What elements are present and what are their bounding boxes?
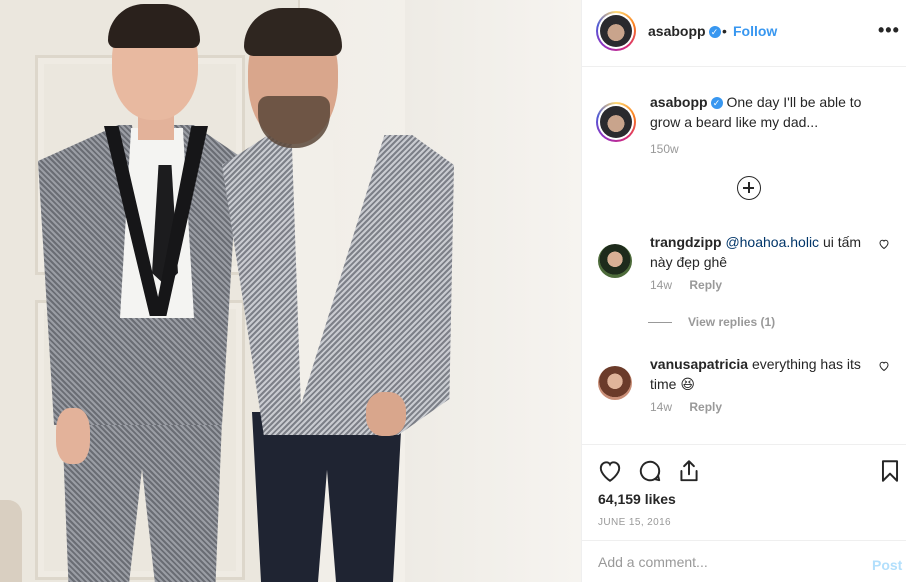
person-right-hair — [244, 8, 342, 56]
follow-button[interactable]: Follow — [733, 23, 777, 39]
caption-age[interactable]: 150w — [650, 142, 679, 156]
post-header: asabopp ✓ • Follow ••• — [582, 0, 906, 67]
person-left-hand — [56, 408, 90, 464]
comment-mention[interactable]: @hoahoa.holic — [725, 234, 819, 250]
verified-badge-icon: ✓ — [710, 97, 723, 110]
person-right-hand — [366, 392, 406, 436]
verified-badge-icon: ✓ — [708, 26, 721, 39]
comments-section[interactable]: asabopp ✓ One day I'll be able to grow a … — [582, 68, 906, 444]
load-more-comments-icon[interactable] — [737, 176, 761, 200]
comment-age[interactable]: 14w — [650, 400, 672, 414]
commenter-username[interactable]: trangdzipp — [650, 234, 722, 250]
post-photo[interactable] — [0, 0, 581, 582]
heart-icon[interactable] — [597, 458, 623, 484]
post-sidebar: asabopp ✓ • Follow ••• asabopp ✓ One day I… — [581, 0, 906, 582]
caption-avatar[interactable] — [596, 102, 636, 142]
post-date[interactable]: JUNE 15, 2016 — [598, 517, 671, 528]
reply-button[interactable]: Reply — [689, 400, 722, 414]
comment-icon[interactable] — [637, 458, 663, 484]
post-actions: 64,159 likes JUNE 15, 2016 — [582, 444, 906, 540]
person-right-jeans — [252, 412, 402, 582]
share-icon[interactable] — [676, 458, 702, 484]
author-username[interactable]: asabopp ✓ — [648, 23, 721, 39]
reply-button[interactable]: Reply — [689, 278, 722, 292]
like-comment-heart-icon[interactable] — [878, 238, 890, 250]
bookmark-icon[interactable] — [877, 458, 903, 484]
header-separator: • — [722, 23, 727, 39]
comment-age[interactable]: 14w — [650, 278, 672, 292]
commenter-avatar[interactable] — [598, 244, 632, 278]
like-comment-heart-icon[interactable] — [878, 360, 890, 372]
author-avatar[interactable] — [596, 11, 636, 51]
add-comment-bar: Post — [582, 540, 906, 582]
commenter-avatar[interactable] — [598, 366, 632, 400]
add-comment-input[interactable] — [598, 551, 848, 573]
caption-username[interactable]: asabopp — [650, 94, 708, 110]
likes-count[interactable]: 64,159 likes — [598, 491, 676, 507]
commenter-username[interactable]: vanusapatricia — [650, 356, 748, 372]
more-options-icon[interactable]: ••• — [878, 20, 900, 41]
post-comment-button[interactable]: Post — [872, 557, 902, 573]
lamp-shade — [0, 500, 22, 582]
view-replies-button[interactable]: View replies (1) — [648, 315, 775, 329]
